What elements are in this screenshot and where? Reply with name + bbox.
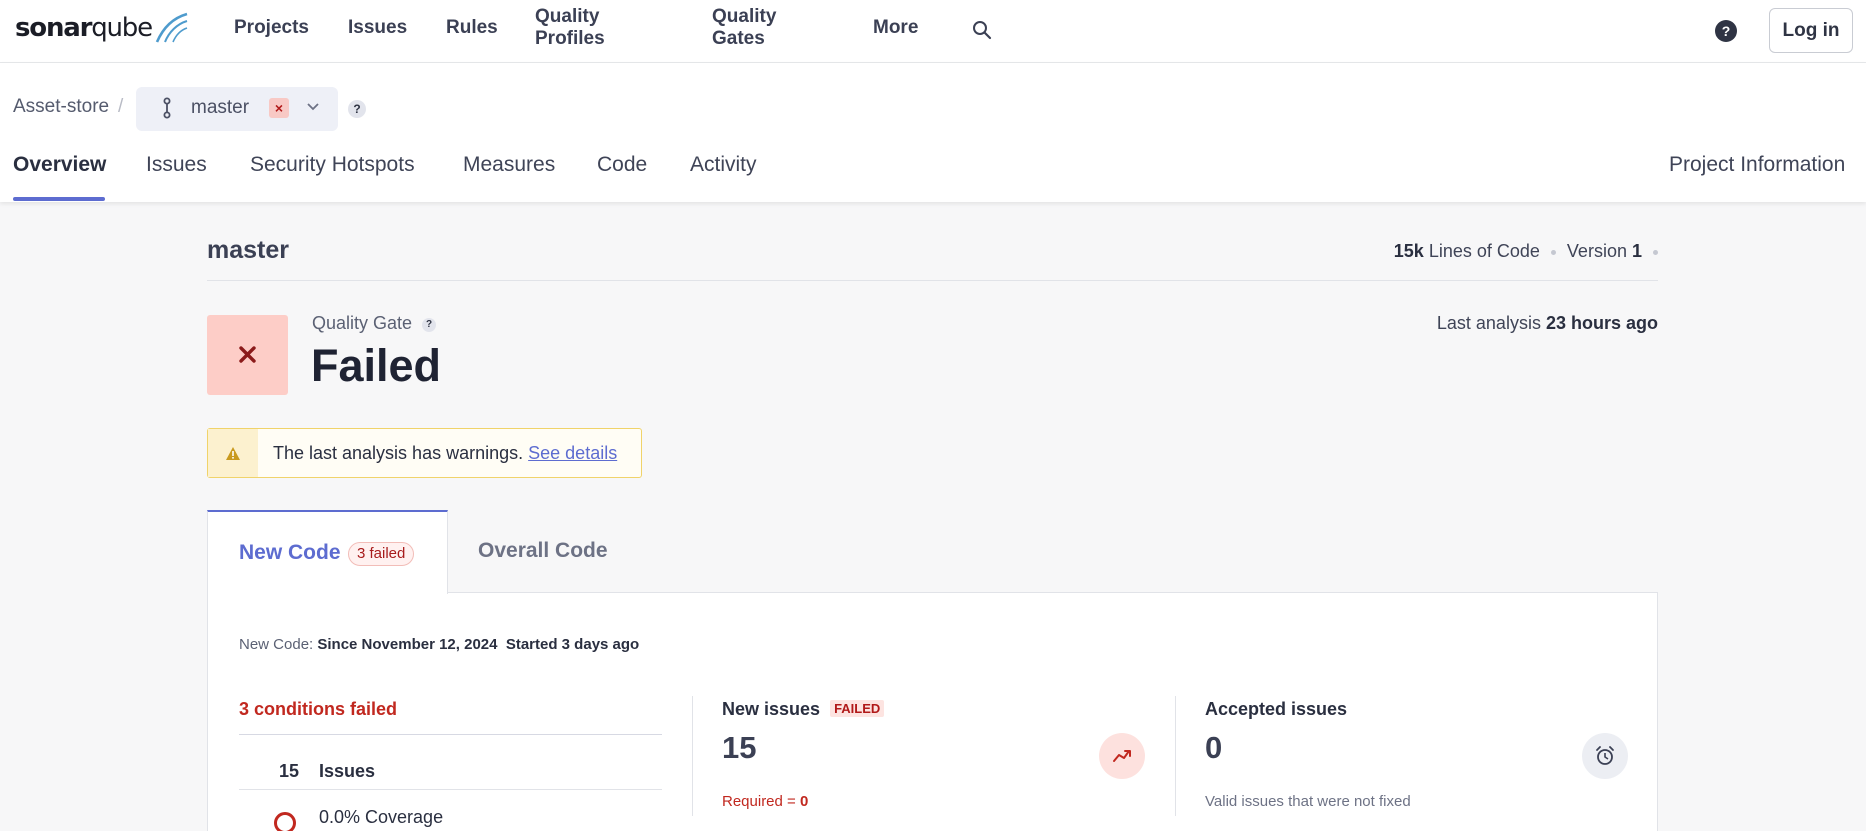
quality-gate-label: Quality Gate? [312, 313, 437, 334]
branch-selector[interactable]: master × [136, 87, 338, 131]
sonarqube-logo[interactable]: sonarqube [15, 8, 188, 48]
nav-more[interactable]: More [873, 17, 918, 39]
nav-rules[interactable]: Rules [446, 17, 498, 39]
last-analysis-label: Last analysis [1436, 313, 1541, 333]
help-icon[interactable]: ? [1715, 20, 1737, 42]
divider [207, 280, 1658, 281]
chevron-down-icon [307, 103, 319, 111]
see-details-link[interactable]: See details [528, 443, 617, 463]
branch-icon [163, 97, 171, 119]
nav-projects[interactable]: Projects [234, 17, 309, 39]
version-label: Version [1566, 241, 1627, 261]
new-issues-title: New issues FAILED [722, 699, 885, 720]
login-button[interactable]: Log in [1769, 8, 1853, 53]
analysis-warning-banner: The last analysis has warnings. See deta… [207, 428, 642, 478]
project-meta: 15k Lines of Code Version 1 [1394, 241, 1658, 262]
tab-activity[interactable]: Activity [690, 153, 757, 177]
last-analysis: Last analysis 23 hours ago [1437, 313, 1658, 334]
logo-waves-icon [155, 12, 188, 43]
tab-issues[interactable]: Issues [146, 153, 207, 177]
requirement-label: Required = [722, 793, 796, 810]
active-tab-indicator [13, 197, 105, 201]
tab-security-hotspots[interactable]: Security Hotspots [250, 153, 415, 177]
warning-icon [226, 447, 240, 460]
logo-text-qube: qube [91, 13, 153, 43]
new-issues-title-text: New issues [722, 699, 821, 719]
nav-issues[interactable]: Issues [348, 17, 407, 39]
breadcrumb-project[interactable]: Asset-store [13, 96, 109, 118]
version-value: 1 [1631, 241, 1642, 261]
coverage-icon [274, 812, 296, 831]
new-code-since-label: New Code: [239, 636, 314, 653]
condition-label[interactable]: 0.0% Coverage [319, 807, 443, 828]
status-badge: 3 failed [348, 542, 415, 566]
meta-dot [1653, 249, 1658, 255]
quality-gate-status: Failed [311, 340, 442, 391]
last-analysis-value: 23 hours ago [1545, 313, 1658, 333]
quality-gate-label-text: Quality Gate [312, 313, 413, 333]
close-icon [239, 346, 256, 363]
divider [239, 734, 662, 735]
project-information-link[interactable]: Project Information [1669, 153, 1845, 177]
loc-value: 15k [1393, 241, 1424, 261]
search-icon[interactable] [970, 18, 994, 42]
branch-help-icon[interactable]: ? [348, 100, 366, 118]
page-title: master [207, 236, 289, 264]
project-header: Asset-store / master × ? Overview Issues… [0, 63, 1866, 202]
new-code-period: New Code: Since November 12, 2024 Starte… [239, 636, 639, 653]
tab-new-code-label: New Code [239, 541, 341, 564]
divider [692, 696, 693, 816]
branch-failed-icon: × [269, 98, 289, 118]
new-issues-value[interactable]: 15 [722, 730, 756, 766]
help-icon[interactable]: ? [422, 318, 437, 332]
breadcrumb-separator: / [118, 96, 124, 117]
new-issues-requirement: Required = 0 [722, 793, 808, 810]
logo-text-sonar: sonar [15, 13, 92, 43]
tab-overview[interactable]: Overview [13, 153, 106, 177]
warning-message: The last analysis has warnings. [273, 443, 524, 463]
new-code-started-value: Started 3 days ago [505, 636, 640, 653]
new-code-panel: New Code: Since November 12, 2024 Starte… [207, 592, 1658, 831]
condition-value[interactable]: 15 [279, 761, 299, 782]
tab-new-code[interactable]: New Code 3 failed [207, 510, 448, 594]
trend-up-icon [1099, 733, 1145, 779]
divider [1175, 696, 1176, 816]
code-period-tabs: New Code 3 failed Overall Code [207, 510, 1658, 594]
loc-label: Lines of Code [1428, 241, 1540, 261]
condition-label[interactable]: Issues [319, 761, 375, 782]
accepted-issues-title: Accepted issues [1205, 699, 1348, 719]
branch-name: master [191, 97, 250, 118]
conditions-failed-heading: 3 conditions failed [239, 699, 398, 719]
quality-gate-failed-box [207, 315, 288, 395]
accepted-issues-value[interactable]: 0 [1205, 730, 1222, 766]
divider [239, 789, 662, 790]
alarm-clock-icon [1582, 733, 1628, 779]
tab-overall-code[interactable]: Overall Code [478, 539, 608, 563]
meta-dot [1550, 249, 1556, 255]
accepted-issues-description: Valid issues that were not fixed [1205, 793, 1411, 810]
tab-measures[interactable]: Measures [463, 153, 555, 177]
nav-quality-profiles[interactable]: Quality Profiles [535, 6, 605, 50]
tab-code[interactable]: Code [597, 153, 647, 177]
status-badge: FAILED [830, 700, 885, 717]
top-navbar: sonarqube Projects Issues Rules Quality … [0, 0, 1866, 63]
requirement-value: 0 [799, 793, 809, 810]
nav-quality-gates[interactable]: Quality Gates [712, 6, 776, 50]
new-code-since-value: Since November 12, 2024 [317, 636, 498, 653]
